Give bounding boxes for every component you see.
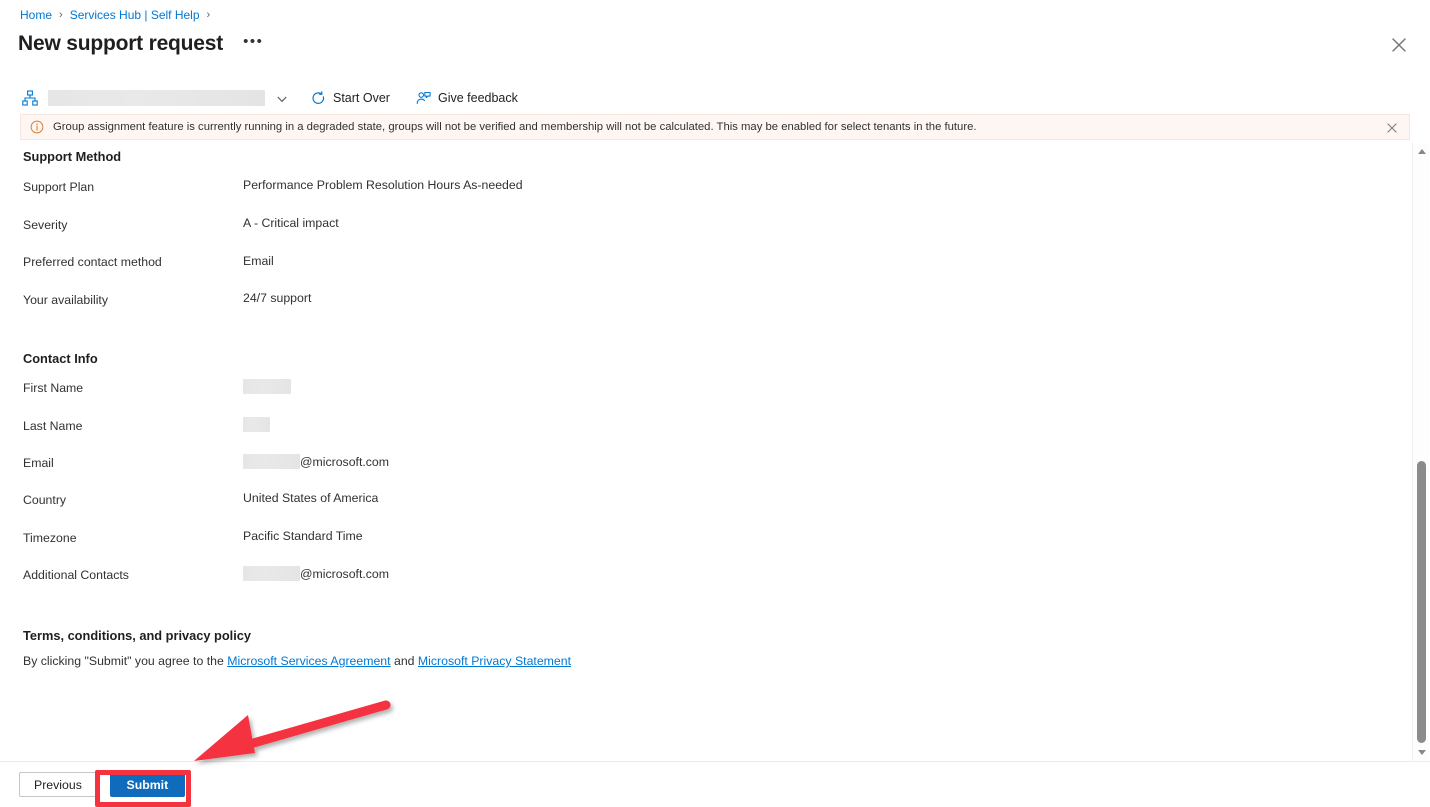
- field-value-last-name: [243, 417, 270, 432]
- start-over-label: Start Over: [333, 91, 390, 105]
- give-feedback-button[interactable]: Give feedback: [413, 85, 521, 111]
- form-scroll-region: Support Method Support Plan Performance …: [0, 142, 1430, 761]
- start-over-button[interactable]: Start Over: [308, 85, 393, 111]
- submit-button[interactable]: Submit: [109, 772, 185, 797]
- support-request-page: Home › Services Hub | Self Help › New su…: [0, 0, 1430, 807]
- info-banner-text: Group assignment feature is currently ru…: [53, 121, 977, 133]
- field-label-preferred-contact-method: Preferred contact method: [23, 255, 162, 269]
- section-heading-terms: Terms, conditions, and privacy policy: [23, 628, 252, 643]
- field-value-first-name: [243, 379, 291, 394]
- field-label-country: Country: [23, 493, 67, 507]
- page-title: New support request: [18, 32, 224, 55]
- field-label-severity: Severity: [23, 218, 68, 232]
- more-options-button[interactable]: •••: [239, 32, 267, 56]
- subscription-picker[interactable]: [22, 86, 288, 110]
- terms-text: By clicking "Submit" you agree to the Mi…: [23, 654, 571, 668]
- section-heading-contact-info: Contact Info: [23, 351, 98, 366]
- field-value-email: @microsoft.com: [243, 454, 389, 469]
- refresh-icon: [311, 90, 326, 106]
- breadcrumb-item-home[interactable]: Home: [20, 7, 52, 23]
- field-label-your-availability: Your availability: [23, 293, 108, 307]
- field-label-support-plan: Support Plan: [23, 180, 95, 194]
- previous-button[interactable]: Previous: [19, 772, 97, 797]
- hierarchy-icon: [22, 90, 38, 106]
- field-label-first-name: First Name: [23, 381, 84, 395]
- link-microsoft-privacy-statement[interactable]: Microsoft Privacy Statement: [418, 654, 571, 668]
- email-domain: @microsoft.com: [300, 454, 390, 469]
- field-value-timezone: Pacific Standard Time: [243, 529, 363, 543]
- field-value-country: United States of America: [243, 491, 379, 505]
- breadcrumb-separator-icon: ›: [59, 9, 63, 21]
- give-feedback-label: Give feedback: [437, 91, 518, 105]
- field-label-email: Email: [23, 456, 54, 470]
- field-value-additional-contacts: @microsoft.com: [243, 566, 389, 581]
- additional-contacts-domain: @microsoft.com: [300, 566, 390, 581]
- scroll-thumb[interactable]: [1417, 461, 1426, 743]
- title-row: New support request •••: [18, 30, 267, 58]
- chevron-down-icon[interactable]: [276, 92, 288, 104]
- banner-close-icon[interactable]: [1386, 121, 1398, 133]
- breadcrumb-separator-icon-2: ›: [206, 9, 211, 21]
- footer-action-bar: Previous Submit: [0, 761, 1430, 807]
- email-redacted: [243, 454, 300, 469]
- field-label-last-name: Last Name: [23, 419, 83, 433]
- scroll-up-arrow[interactable]: [1413, 143, 1430, 160]
- field-value-support-plan: Performance Problem Resolution Hours As-…: [243, 178, 523, 192]
- scroll-down-arrow[interactable]: [1413, 744, 1430, 761]
- scroll-up-triangle-icon: [1417, 149, 1426, 154]
- additional-contacts-redacted: [243, 566, 300, 581]
- breadcrumb-item-services-hub[interactable]: Services Hub | Self Help: [70, 7, 200, 23]
- command-bar: Start Over Give feedback: [0, 84, 1430, 112]
- field-label-additional-contacts: Additional Contacts: [23, 568, 129, 582]
- breadcrumb: Home › Services Hub | Self Help ›: [20, 7, 217, 23]
- last-name-redacted: [243, 417, 270, 432]
- first-name-redacted: [243, 379, 291, 394]
- terms-text-before: By clicking "Submit" you agree to the: [23, 654, 228, 668]
- link-microsoft-services-agreement[interactable]: Microsoft Services Agreement: [227, 654, 390, 668]
- section-heading-support-method: Support Method: [23, 149, 122, 164]
- info-circle-icon: [30, 120, 44, 134]
- close-icon[interactable]: [1390, 36, 1408, 54]
- subscription-value-redacted: [48, 90, 265, 106]
- vertical-scrollbar[interactable]: [1412, 143, 1429, 761]
- info-banner: Group assignment feature is currently ru…: [20, 114, 1410, 140]
- field-value-severity: A - Critical impact: [243, 216, 339, 230]
- field-value-preferred-contact-method: Email: [243, 254, 274, 268]
- terms-text-middle: and: [390, 654, 418, 668]
- field-label-timezone: Timezone: [23, 531, 77, 545]
- feedback-person-icon: [416, 91, 431, 106]
- scroll-down-triangle-icon: [1417, 750, 1426, 755]
- field-value-your-availability: 24/7 support: [243, 291, 312, 305]
